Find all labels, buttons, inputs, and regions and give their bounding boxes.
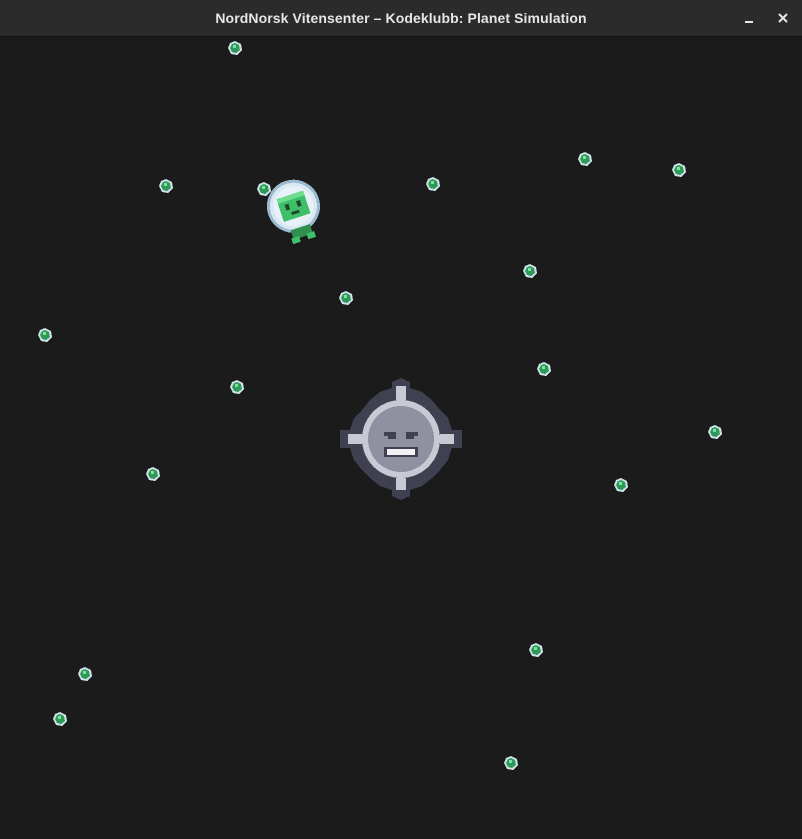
asteroid-sprite: [614, 478, 628, 492]
asteroid-sprite: [529, 643, 543, 657]
minimize-button[interactable]: [739, 8, 759, 28]
asteroid-sprite: [708, 425, 722, 439]
title-bar[interactable]: NordNorsk Vitensenter – Kodeklubb: Plane…: [0, 0, 802, 37]
game-canvas[interactable]: [0, 38, 802, 839]
asteroid-sprite: [228, 41, 242, 55]
asteroid-sprite: [146, 467, 160, 481]
asteroid-sprite: [78, 667, 92, 681]
asteroid-sprite: [257, 182, 271, 196]
asteroid-sprite: [523, 264, 537, 278]
asteroid-sprite: [537, 362, 551, 376]
minimize-icon: [745, 21, 753, 23]
planet-sprite: [340, 378, 462, 500]
asteroid-sprite: [38, 328, 52, 342]
window-title: NordNorsk Vitensenter – Kodeklubb: Plane…: [215, 10, 587, 26]
asteroid-sprite: [53, 712, 67, 726]
asteroid-sprite: [672, 163, 686, 177]
asteroid-sprite: [159, 179, 173, 193]
asteroid-sprite: [504, 756, 518, 770]
close-icon: [778, 13, 788, 23]
asteroid-sprite: [578, 152, 592, 166]
close-button[interactable]: [773, 8, 793, 28]
game-window: NordNorsk Vitensenter – Kodeklubb: Plane…: [0, 0, 802, 839]
asteroid-sprite: [230, 380, 244, 394]
asteroid-sprite: [426, 177, 440, 191]
asteroid-sprite: [339, 291, 353, 305]
